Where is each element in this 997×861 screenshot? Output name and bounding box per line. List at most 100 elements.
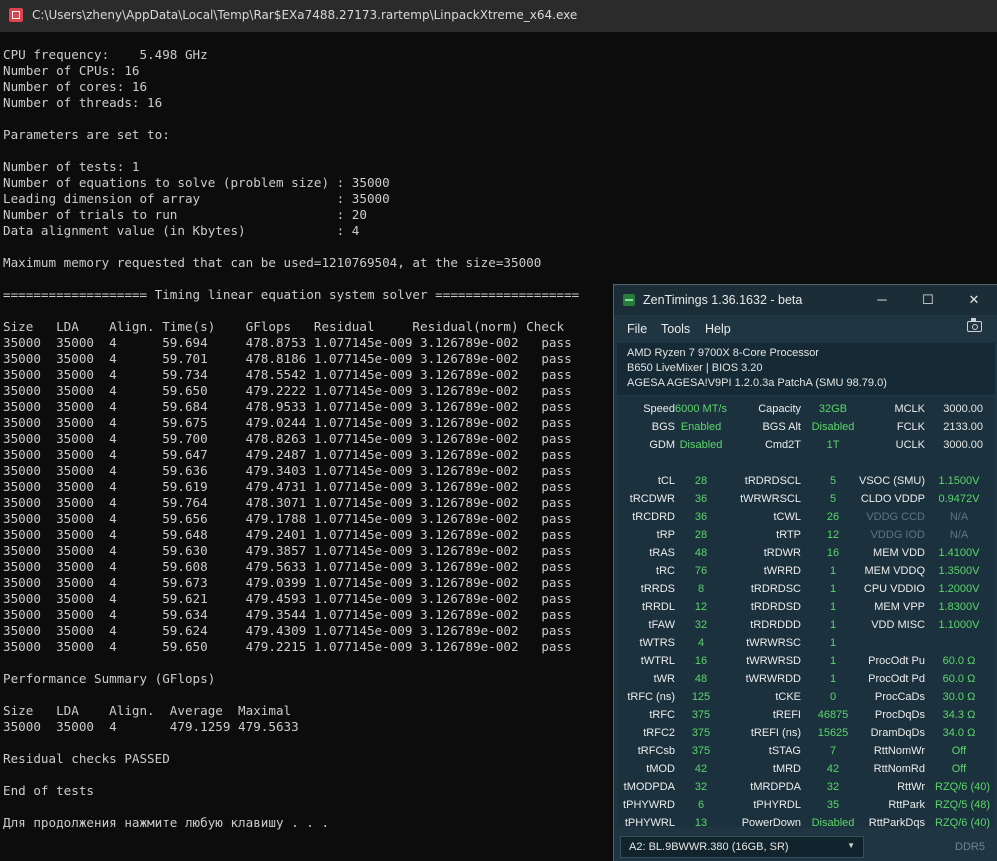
system-info-panel: AMD Ryzen 7 9700X 8-Core Processor B650 …: [617, 343, 995, 395]
console-line: Leading dimension of array : 35000: [3, 191, 390, 206]
timing-value: N/A: [949, 511, 969, 523]
console-line: 35000 35000 4 59.647 479.2487 1.077145e-…: [3, 447, 572, 462]
timing-label: tPHYWRL: [624, 817, 675, 829]
agesa-version: AGESA AGESA!V9PI 1.2.0.3a PatchA (SMU 98…: [627, 377, 887, 389]
timing-label: ProcCaDs: [874, 691, 925, 703]
timing-label: tMODPDA: [623, 781, 675, 793]
timing-value: 2133.00: [943, 421, 983, 433]
timing-label: CLDO VDDP: [860, 493, 925, 505]
timing-value: Disabled: [811, 421, 855, 433]
timing-value: N/A: [949, 529, 969, 541]
timing-label: tWR: [653, 673, 675, 685]
timing-value: 0.9472V: [938, 493, 980, 505]
timing-value: 1: [829, 637, 837, 649]
timing-label: tWTRS: [639, 637, 675, 649]
menu-help[interactable]: Help: [705, 322, 731, 336]
timing-value: Off: [951, 763, 967, 775]
console-line: Number of equations to solve (problem si…: [3, 175, 390, 190]
timing-label: tREFI: [772, 709, 801, 721]
timing-value: 42: [826, 763, 840, 775]
minimize-button[interactable]: ─: [870, 289, 894, 311]
console-line: 35000 35000 4 59.650 479.2222 1.077145e-…: [3, 383, 572, 398]
timing-value: 34.0 Ω: [942, 727, 976, 739]
timing-label: MEM VDD: [873, 547, 925, 559]
timing-value: 32: [826, 781, 840, 793]
timing-label: ProcOdt Pd: [868, 673, 925, 685]
console-line: Residual checks PASSED: [3, 751, 170, 766]
timing-label: MCLK: [894, 403, 925, 415]
timing-label: tRFC (ns): [627, 691, 675, 703]
timing-value: 46875: [817, 709, 849, 721]
timing-value: 375: [691, 709, 711, 721]
timing-label: tFAW: [648, 619, 675, 631]
console-line: 35000 35000 4 479.1259 479.5633: [3, 719, 299, 734]
timing-label: tRFCsb: [637, 745, 675, 757]
timing-label: tCKE: [775, 691, 801, 703]
console-title: C:\Users\zheny\AppData\Local\Temp\Rar$EX…: [32, 8, 578, 22]
timing-label: tRDRDSC: [750, 583, 801, 595]
camera-icon[interactable]: [967, 318, 982, 332]
timing-value: 42: [694, 763, 708, 775]
timing-label: VDDG CCD: [866, 511, 925, 523]
timing-value: 30.0 Ω: [942, 691, 976, 703]
timing-label: tPHYRDL: [753, 799, 801, 811]
menu-tools[interactable]: Tools: [661, 322, 690, 336]
console-line: 35000 35000 4 59.675 479.0244 1.077145e-…: [3, 415, 572, 430]
timing-label: tCL: [657, 475, 675, 487]
timing-label: tRFC: [649, 709, 675, 721]
timing-label: VDD MISC: [871, 619, 925, 631]
timing-value: 1.8300V: [938, 601, 980, 613]
timing-value: 375: [691, 727, 711, 739]
close-button[interactable]: ✕: [962, 289, 986, 311]
timing-label: tRTP: [776, 529, 801, 541]
dimm-select-value: A2: BL.9BWWR.380 (16GB, SR): [629, 841, 789, 853]
timing-value: 3000.00: [943, 439, 983, 451]
timings-grid: Speed 6000 MT/s Capacity 32GB MCLK 3000.00 BGS…: [617, 397, 995, 829]
timing-label: GDM: [649, 439, 675, 451]
console-line: =================== Timing linear equati…: [3, 287, 580, 302]
memory-type: DDR5: [955, 841, 985, 853]
timing-value: 375: [691, 745, 711, 757]
console-line: 35000 35000 4 59.621 479.4593 1.077145e-…: [3, 591, 572, 606]
console-line: Performance Summary (GFlops): [3, 671, 216, 686]
zentimings-titlebar[interactable]: ZenTimings 1.36.1632 - beta ─ ☐ ✕: [614, 285, 997, 315]
console-line: Data alignment value (in Kbytes) : 4: [3, 223, 360, 238]
timing-label: Cmd2T: [764, 439, 801, 451]
timing-label: tRDRDSCL: [744, 475, 801, 487]
console-line: Number of trials to run : 20: [3, 207, 367, 222]
timing-value: Off: [951, 745, 967, 757]
timing-label: BGS: [651, 421, 675, 433]
console-line: Size LDA Align. Average Maximal: [3, 703, 292, 718]
maximize-button[interactable]: ☐: [916, 289, 940, 311]
timing-label: FCLK: [896, 421, 925, 433]
timing-value: 1: [829, 673, 837, 685]
timing-value: 12: [826, 529, 840, 541]
timing-label: UCLK: [895, 439, 925, 451]
console-titlebar[interactable]: C:\Users\zheny\AppData\Local\Temp\Rar$EX…: [0, 0, 997, 32]
dimm-select[interactable]: A2: BL.9BWWR.380 (16GB, SR) ▼: [620, 836, 864, 858]
console-line: 35000 35000 4 59.673 479.0399 1.077145e-…: [3, 575, 572, 590]
menu-file[interactable]: File: [627, 322, 647, 336]
timing-value: 0: [829, 691, 837, 703]
timing-value: 28: [694, 529, 708, 541]
timing-label: tRAS: [649, 547, 675, 559]
timing-value: 34.3 Ω: [942, 709, 976, 721]
timing-value: 15625: [817, 727, 849, 739]
console-line: 35000 35000 4 59.636 479.3403 1.077145e-…: [3, 463, 572, 478]
console-line: 35000 35000 4 59.764 478.3071 1.077145e-…: [3, 495, 572, 510]
timing-label: tRCDRD: [632, 511, 675, 523]
timing-value: 1T: [826, 439, 840, 451]
console-line: 35000 35000 4 59.624 479.4309 1.077145e-…: [3, 623, 572, 638]
timing-value: 13: [694, 817, 708, 829]
timing-label: tSTAG: [768, 745, 801, 757]
timing-value: 1.1000V: [938, 619, 980, 631]
timing-value: 26: [826, 511, 840, 523]
zentimings-window: ZenTimings 1.36.1632 - beta ─ ☐ ✕ File T…: [613, 284, 997, 861]
timing-label: tWRWRSCL: [740, 493, 801, 505]
timing-value: 1: [829, 601, 837, 613]
console-line: 35000 35000 4 59.734 478.5542 1.077145e-…: [3, 367, 572, 382]
